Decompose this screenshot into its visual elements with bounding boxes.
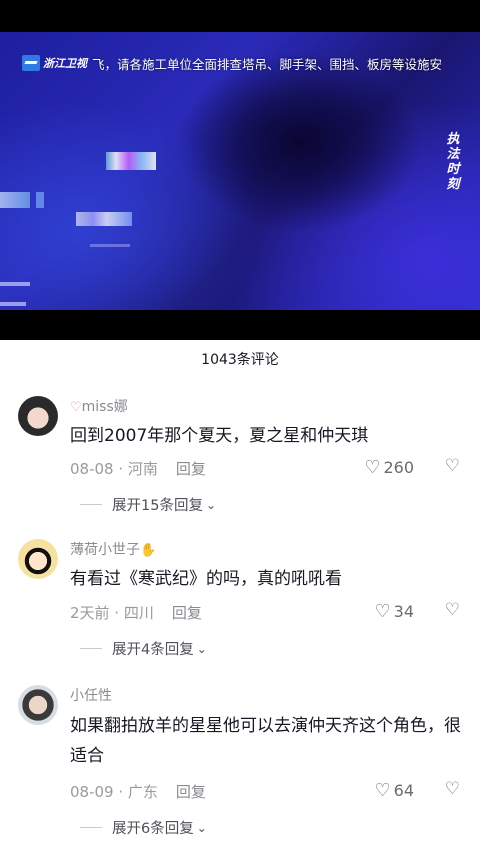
comment-text: 回到2007年那个夏天，夏之星和仲天琪 [70,426,369,446]
comment-item: 薄荷小世子✋ 有看过《寒武纪》的吗，真的吼吼看 2天前 · 四川 回复 ♡ 34 … [0,537,480,667]
glitch-artifact [106,152,156,170]
comment-count: 1043条评论 [201,352,279,368]
heart-outline-icon: ♡ [374,601,391,622]
hand-emoji-icon: ✋ [140,543,157,558]
glitch-artifact [36,192,44,208]
broken-heart-icon[interactable]: ♡ [445,600,460,620]
comments-sheet: 1043条评论 ♡miss娜 回到2007年那个夏天，夏之星和仲天琪 08-08… [0,340,480,853]
divider-line [80,504,102,505]
news-ticker: 浙江卫视 飞，请各施工单位全面排查塔吊、脚手架、围挡、板房等设施安 [0,52,480,74]
program-side-tag: 执法时刻 [446,132,460,192]
expand-replies-button[interactable]: 展开15条回复 ⌄ [80,494,216,515]
comment-date-location: 08-08 · 河南 [70,460,158,478]
glitch-artifact [90,244,130,247]
comment-meta: 08-08 · 河南 回复 [70,458,206,479]
reply-button[interactable]: 回复 [172,604,202,622]
channel-logo: 浙江卫视 [0,52,92,74]
glitch-artifact [0,192,30,208]
like-count: 64 [393,781,414,800]
comment-item: 小任性 如果翻拍放羊的星星他可以去演仲天齐这个角色，很适合 08-09 · 广东… [0,683,480,848]
expand-replies-button[interactable]: 展开6条回复 ⌄ [80,817,207,838]
glitch-artifact [76,212,132,226]
heart-outline-icon: ♡ [374,780,391,801]
video-player[interactable]: 浙江卫视 飞，请各施工单位全面排查塔吊、脚手架、围挡、板房等设施安 执法时刻 [0,0,480,340]
channel-name: 浙江卫视 [43,57,87,70]
chevron-down-icon: ⌄ [196,641,207,656]
ticker-text: 飞，请各施工单位全面排查塔吊、脚手架、围挡、板房等设施安 [92,56,443,72]
divider-line [80,827,102,828]
comment-text: 有看过《寒武纪》的吗，真的吼吼看 [70,569,342,589]
reply-button[interactable]: 回复 [176,783,206,801]
chevron-down-icon: ⌄ [205,497,217,512]
expand-replies-button[interactable]: 展开4条回复 ⌄ [80,638,207,659]
channel-logo-icon [22,55,40,71]
glitch-artifact [0,282,30,286]
heart-emoji-icon: ♡ [70,400,82,415]
like-count: 34 [393,602,414,621]
comment-item: ♡miss娜 回到2007年那个夏天，夏之星和仲天琪 08-08 · 河南 回复 … [0,392,480,522]
broken-heart-icon[interactable]: ♡ [445,456,460,476]
reply-button[interactable]: 回复 [176,460,206,478]
comment-text: 如果翻拍放羊的星星他可以去演仲天齐这个角色，很适合 [70,716,461,766]
avatar[interactable] [18,396,58,436]
like-button[interactable]: ♡ 260 [364,457,414,478]
divider-line [80,648,102,649]
like-button[interactable]: ♡ 64 [375,780,415,801]
comment-meta: 2天前 · 四川 回复 [70,602,202,623]
comment-username[interactable]: 薄荷小世子✋ [70,539,156,559]
video-frame[interactable]: 浙江卫视 飞，请各施工单位全面排查塔吊、脚手架、围挡、板房等设施安 执法时刻 [0,32,480,310]
like-button[interactable]: ♡ 34 [375,601,415,622]
comment-date-location: 2天前 · 四川 [70,604,154,622]
heart-outline-icon: ♡ [364,457,381,478]
broken-heart-icon[interactable]: ♡ [445,779,460,799]
avatar[interactable] [18,539,58,579]
comment-username[interactable]: ♡miss娜 [70,396,128,416]
avatar[interactable] [18,685,58,725]
chevron-down-icon: ⌄ [196,820,207,835]
comment-meta: 08-09 · 广东 回复 [70,781,206,802]
glitch-artifact [0,302,26,306]
comment-username[interactable]: 小任性 [70,685,112,705]
comment-date-location: 08-09 · 广东 [70,783,158,801]
like-count: 260 [383,458,414,477]
